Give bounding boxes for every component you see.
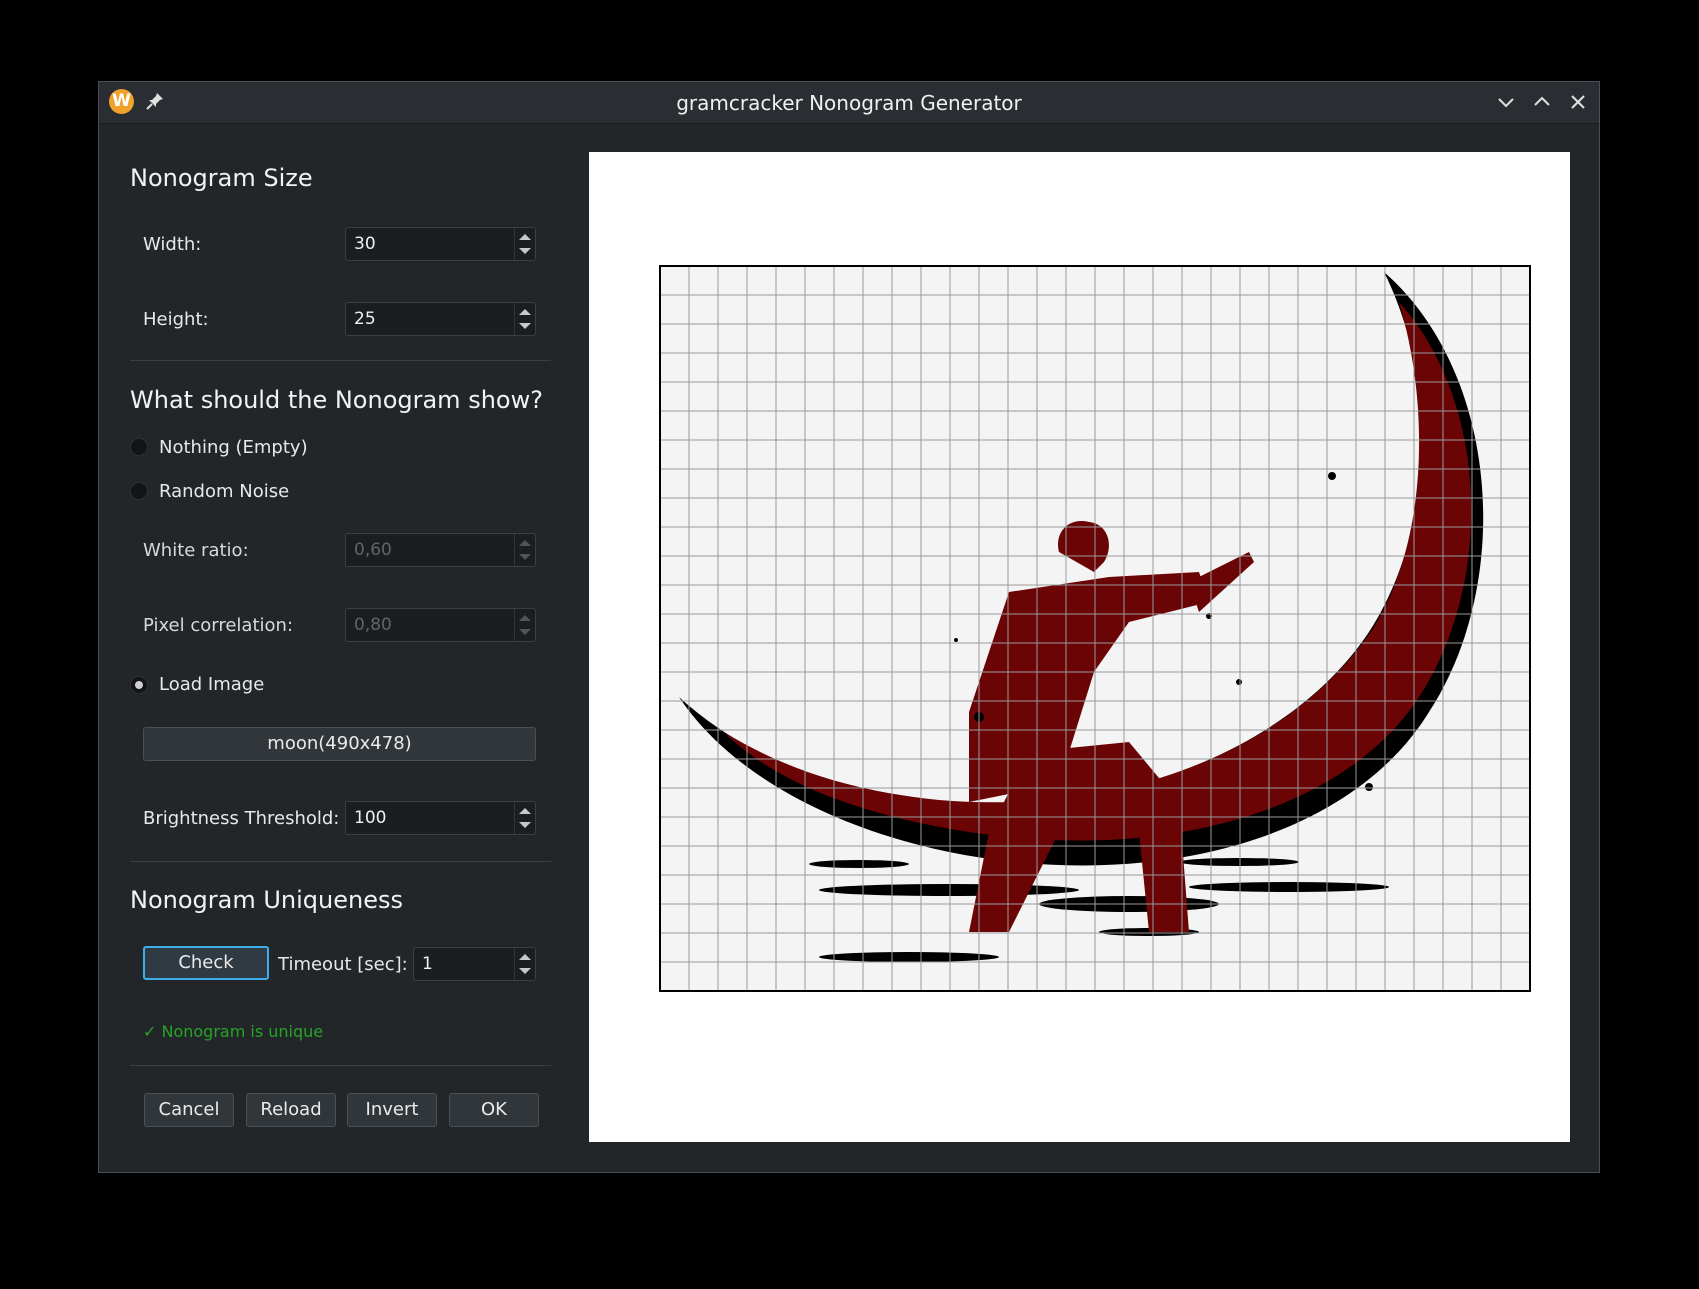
timeout-value: 1 (422, 954, 433, 974)
white-ratio-spinbox: 0,60 (345, 533, 536, 567)
ok-button[interactable]: OK (449, 1093, 539, 1127)
minimize-icon[interactable] (1495, 91, 1517, 113)
invert-button[interactable]: Invert (347, 1093, 437, 1127)
generator-window: W gramcracker Nonogram Generator Nonogra… (98, 81, 1600, 1173)
load-image-button[interactable]: moon(490x478) (143, 727, 536, 761)
pixel-correlation-value: 0,80 (354, 615, 392, 635)
nonogram-image (659, 265, 1531, 992)
width-spinbox[interactable]: 30 (345, 227, 536, 261)
maximize-icon[interactable] (1531, 91, 1553, 113)
timeout-label: Timeout [sec]: (278, 954, 408, 975)
threshold-label: Brightness Threshold: (143, 808, 340, 829)
check-button[interactable]: Check (143, 946, 269, 980)
separator (130, 1065, 551, 1066)
radio-load-image-label[interactable]: Load Image (159, 674, 264, 695)
separator (130, 360, 551, 361)
timeout-spinbox[interactable]: 1 (413, 947, 536, 981)
window-title: gramcracker Nonogram Generator (676, 91, 1022, 115)
width-value: 30 (354, 234, 376, 254)
height-stepper[interactable] (514, 303, 535, 335)
timeout-stepper[interactable] (514, 948, 535, 980)
white-ratio-stepper (514, 534, 535, 566)
width-stepper[interactable] (514, 228, 535, 260)
radio-empty[interactable] (130, 438, 148, 456)
height-spinbox[interactable]: 25 (345, 302, 536, 336)
pixel-correlation-stepper (514, 609, 535, 641)
radio-noise-label[interactable]: Random Noise (159, 481, 289, 502)
title-bar[interactable]: W gramcracker Nonogram Generator (99, 82, 1599, 124)
uniqueness-heading: Nonogram Uniqueness (130, 886, 403, 914)
pixel-correlation-spinbox: 0,80 (345, 608, 536, 642)
width-label: Width: (143, 234, 202, 255)
close-icon[interactable] (1567, 91, 1589, 113)
size-heading: Nonogram Size (130, 164, 313, 192)
height-value: 25 (354, 309, 376, 329)
separator (130, 861, 551, 862)
content-heading: What should the Nonogram show? (130, 386, 543, 414)
radio-load-image[interactable] (130, 676, 148, 694)
threshold-value: 100 (354, 808, 387, 828)
height-label: Height: (143, 309, 209, 330)
threshold-stepper[interactable] (514, 802, 535, 834)
uniqueness-status: ✓ Nonogram is unique (143, 1022, 324, 1041)
pixel-correlation-label: Pixel correlation: (143, 615, 294, 636)
cancel-button[interactable]: Cancel (144, 1093, 234, 1127)
nonogram-preview (589, 152, 1570, 1142)
reload-button[interactable]: Reload (246, 1093, 336, 1127)
white-ratio-value: 0,60 (354, 540, 392, 560)
threshold-spinbox[interactable]: 100 (345, 801, 536, 835)
radio-empty-label[interactable]: Nothing (Empty) (159, 437, 308, 458)
white-ratio-label: White ratio: (143, 540, 249, 561)
radio-noise[interactable] (130, 482, 148, 500)
